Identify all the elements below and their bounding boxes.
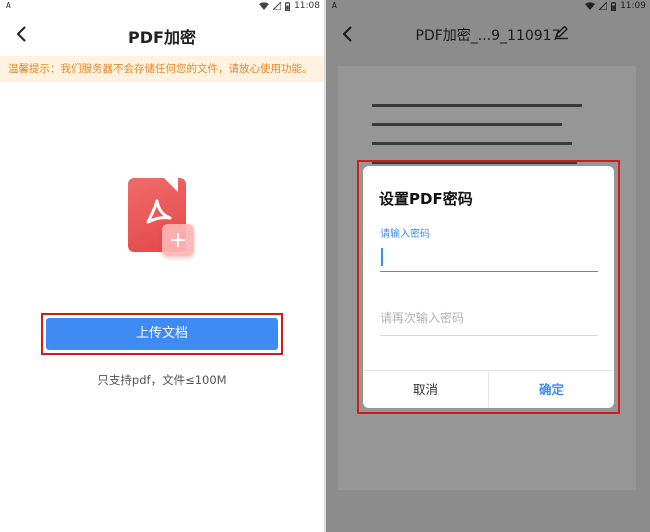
status-bar: A 11:09 <box>326 0 650 14</box>
cancel-button[interactable]: 取消 <box>363 371 489 408</box>
right-screen: A 11:09 PDF加密_...9_110917 设置PDF密码 请输入密码 <box>326 0 650 532</box>
add-file-plus-icon <box>162 224 194 256</box>
app-header: PDF加密_...9_110917 <box>326 14 650 56</box>
status-time: 11:08 <box>294 1 320 11</box>
edit-pencil-icon[interactable] <box>554 24 570 40</box>
upload-document-button[interactable]: 上传文档 <box>46 318 278 350</box>
upload-button-highlight: 上传文档 <box>41 313 283 355</box>
page-title: PDF加密 <box>128 28 196 47</box>
wifi-icon <box>259 2 270 10</box>
wifi-icon <box>585 2 596 10</box>
status-app-badge: A <box>332 1 337 10</box>
file-support-note: 只支持pdf，文件≤100M <box>97 373 227 387</box>
app-header: PDF加密 <box>0 14 324 56</box>
file-name-title: PDF加密_...9_110917 <box>415 28 561 44</box>
status-app-badge: A <box>6 1 11 10</box>
confirm-password-input[interactable]: 请再次输入密码 <box>380 304 598 336</box>
signal-icon <box>599 2 608 10</box>
confirm-button[interactable]: 确定 <box>489 371 614 408</box>
set-password-dialog: 设置PDF密码 请输入密码 请再次输入密码 取消 确定 <box>363 166 614 408</box>
battery-icon <box>285 1 291 11</box>
left-screen: A 11:08 PDF加密 温馨提示：我们服务器不会存储任何您的文件，请放心使用… <box>0 0 324 532</box>
password-field-label: 请输入密码 <box>380 229 430 240</box>
battery-icon <box>611 1 617 11</box>
signal-icon <box>273 2 282 10</box>
password-dialog-highlight: 设置PDF密码 请输入密码 请再次输入密码 取消 确定 <box>357 160 620 414</box>
dialog-actions: 取消 确定 <box>363 370 614 408</box>
pdf-file-icon <box>128 178 194 260</box>
status-bar: A 11:08 <box>0 0 324 14</box>
privacy-notice-banner: 温馨提示：我们服务器不会存储任何您的文件，请放心使用功能。 <box>0 56 324 82</box>
password-input[interactable] <box>380 240 598 272</box>
status-time: 11:09 <box>620 1 646 11</box>
dialog-title: 设置PDF密码 <box>379 190 473 208</box>
text-cursor <box>381 248 383 266</box>
